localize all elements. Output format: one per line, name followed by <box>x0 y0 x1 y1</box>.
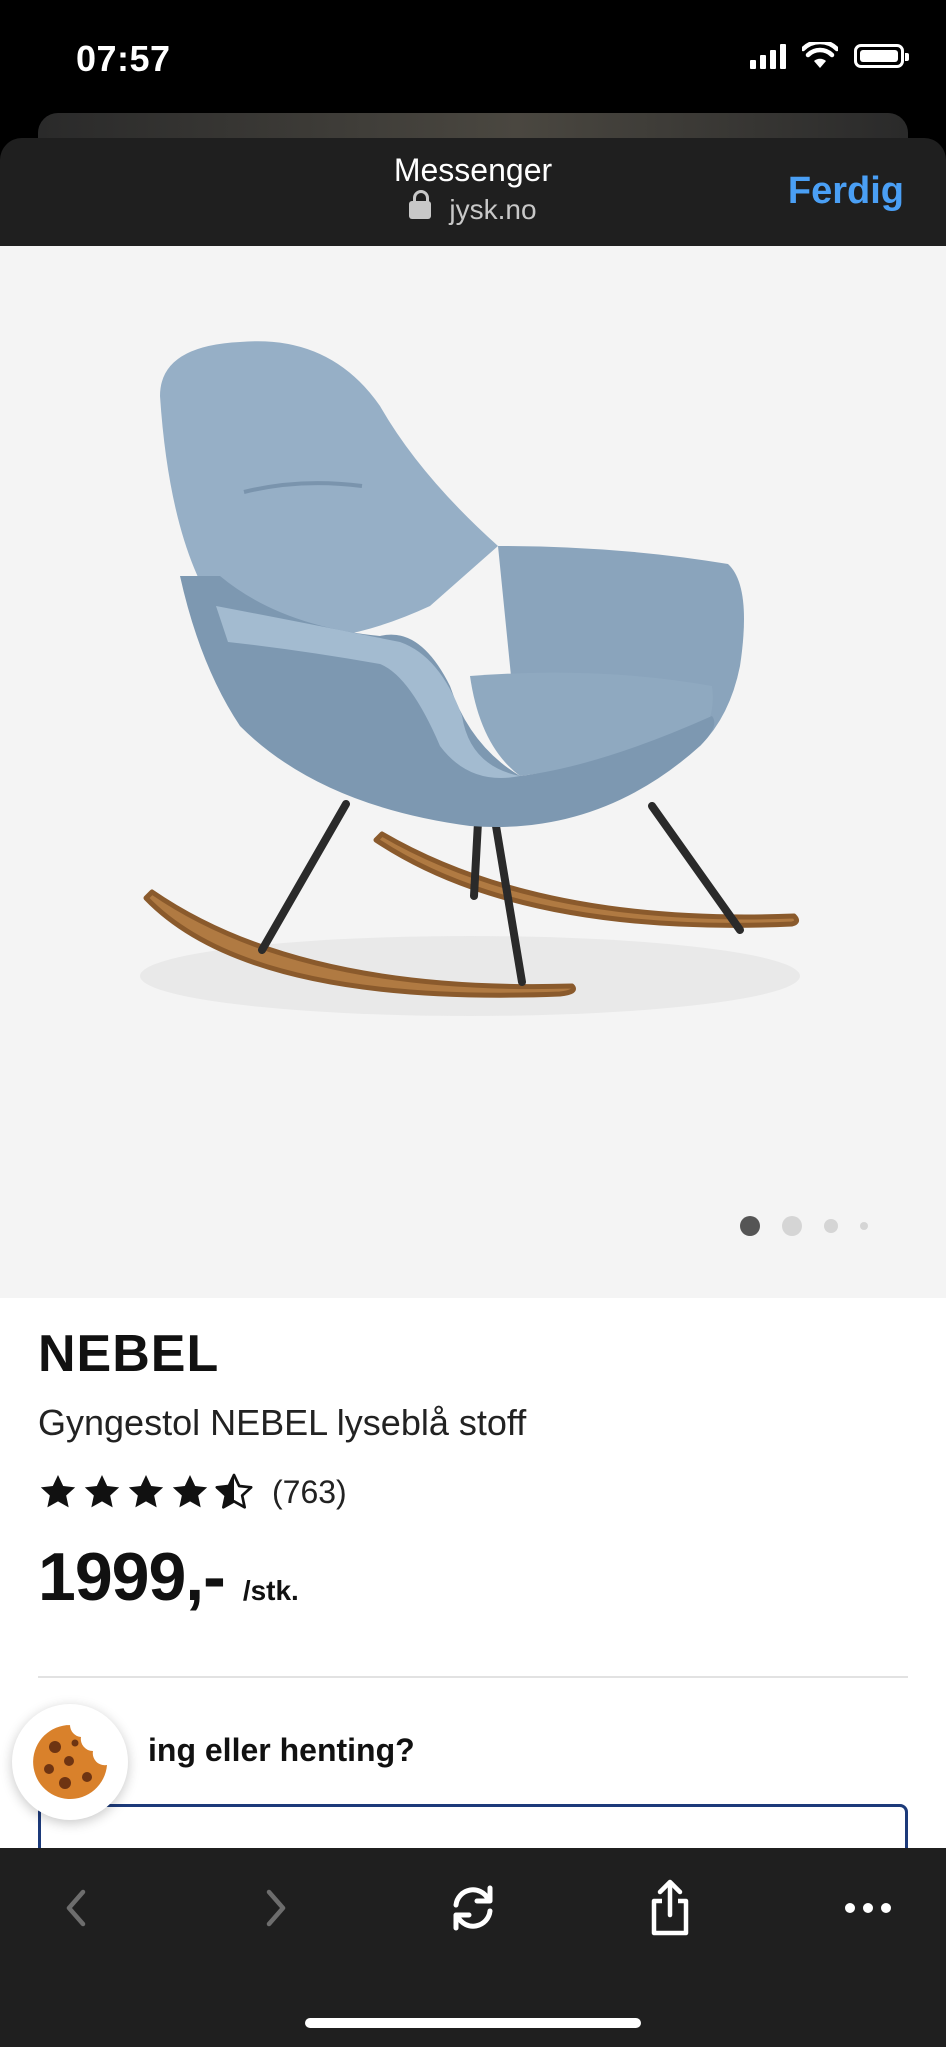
web-content: NEBEL Gyngestol NEBEL lyseblå stoff (763… <box>0 246 946 1848</box>
product-name: Gyngestol NEBEL lyseblå stoff <box>38 1402 527 1443</box>
chevron-left-icon <box>66 1889 86 1927</box>
divider <box>38 1676 908 1678</box>
star-full-icon <box>172 1475 208 1508</box>
chevron-right-icon <box>266 1889 286 1927</box>
more-button[interactable] <box>838 1878 898 1938</box>
product-image <box>140 341 800 1016</box>
status-icons <box>750 42 909 70</box>
pagination-dot-4[interactable] <box>860 1222 868 1230</box>
status-bar: 07:57 <box>0 0 946 112</box>
cellular-signal-icon <box>750 43 786 69</box>
done-button[interactable]: Ferdig <box>788 170 904 213</box>
delivery-question-text: ing eller henting? <box>148 1732 415 1768</box>
review-count: (763) <box>272 1473 347 1510</box>
more-icon <box>845 1903 891 1913</box>
pagination-dot-1[interactable] <box>740 1216 760 1236</box>
reload-button[interactable] <box>443 1878 503 1938</box>
star-full-icon <box>128 1475 164 1508</box>
star-half-icon <box>215 1473 253 1509</box>
status-time: 07:57 <box>76 38 171 79</box>
home-indicator[interactable] <box>305 2018 641 2028</box>
forward-button[interactable] <box>246 1878 306 1938</box>
product-brand: NEBEL <box>38 1325 220 1383</box>
back-button[interactable] <box>46 1878 106 1938</box>
share-button[interactable] <box>640 1878 700 1938</box>
star-full-icon <box>40 1475 76 1508</box>
pagination-dot-3[interactable] <box>824 1219 838 1233</box>
image-pagination <box>740 1216 868 1236</box>
star-full-icon <box>84 1475 120 1508</box>
delivery-option-box[interactable] <box>38 1804 908 1848</box>
cookie-icon <box>33 1725 108 1799</box>
price-row: 1999,- /stk. <box>38 1538 299 1616</box>
reload-icon <box>453 1885 493 1931</box>
price: 1999,- <box>38 1539 226 1615</box>
wifi-icon <box>802 42 838 68</box>
battery-icon <box>854 44 909 68</box>
url-text: jysk.no <box>449 194 537 225</box>
pagination-dot-2[interactable] <box>782 1216 802 1236</box>
price-unit: /stk. <box>242 1575 299 1606</box>
lock-icon <box>409 189 432 219</box>
product-image-gallery[interactable] <box>0 246 946 1298</box>
in-app-browser-header: Messenger jysk.no Ferdig <box>0 138 946 246</box>
rating[interactable]: (763) <box>38 1472 347 1512</box>
cookie-settings-button[interactable] <box>12 1704 128 1820</box>
share-icon <box>651 1879 689 1936</box>
